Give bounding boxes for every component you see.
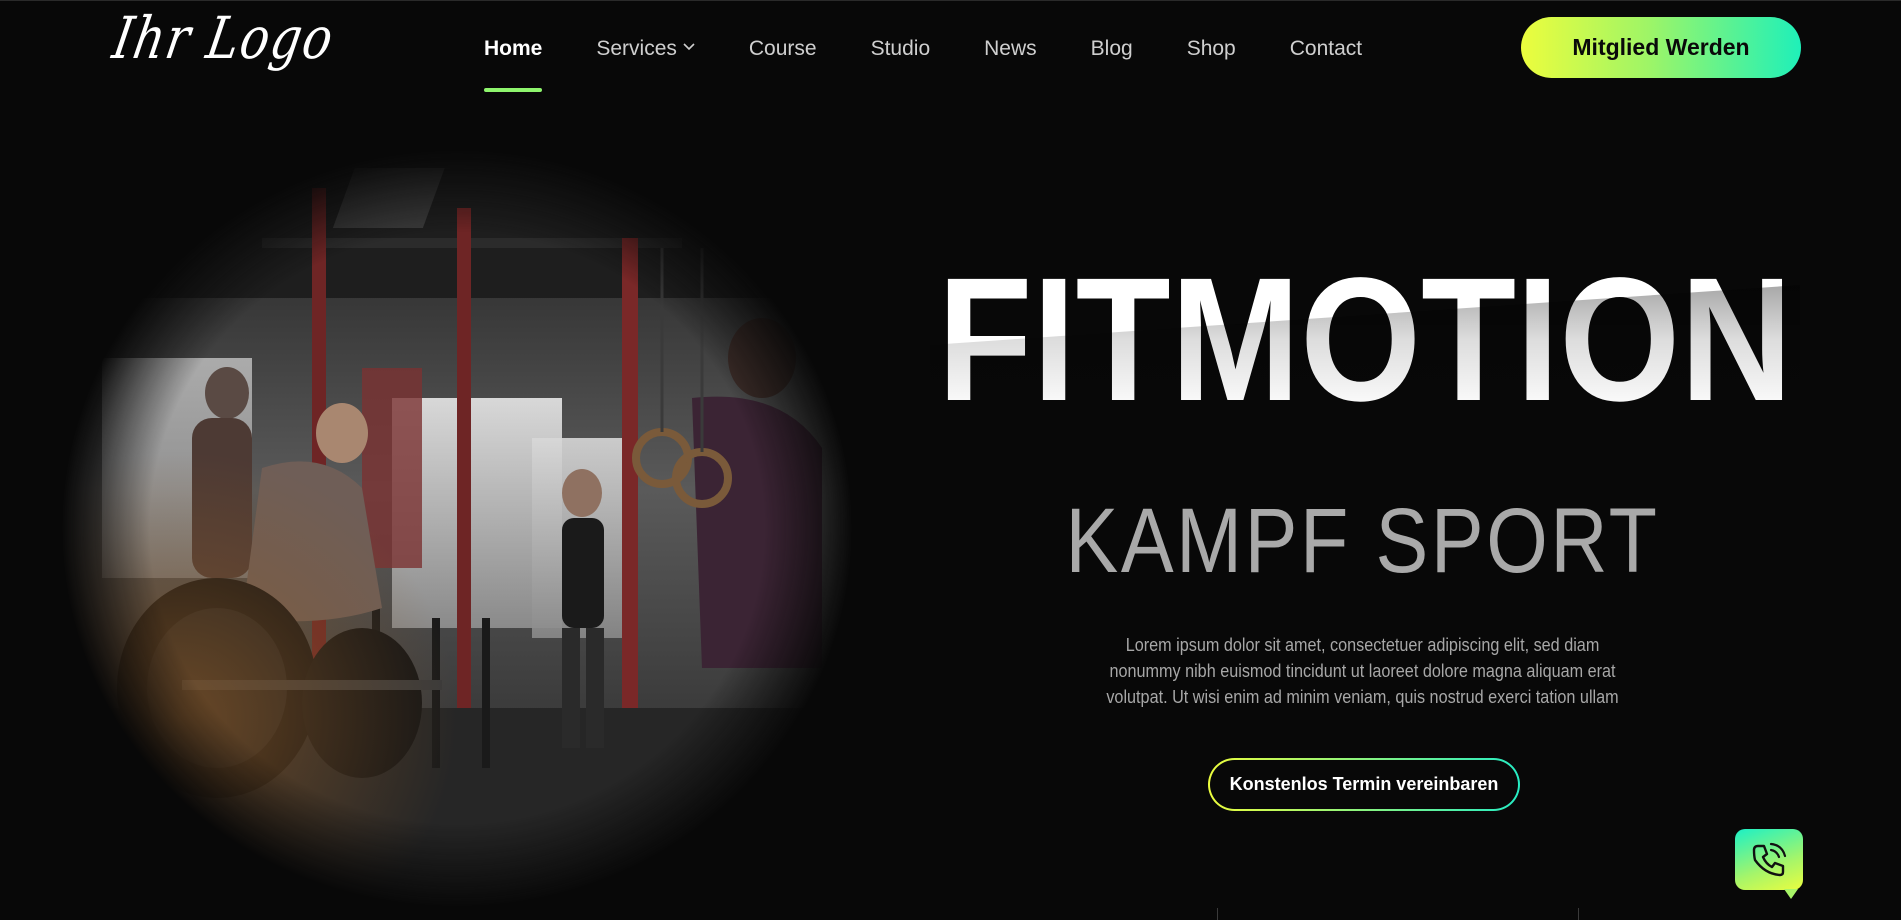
nav-item-label: Services [596,37,677,60]
nav-item-news[interactable]: News [984,0,1037,95]
divider-line [1217,908,1218,920]
gym-photo-icon [62,148,852,908]
nav-item-shop[interactable]: Shop [1187,0,1236,95]
chevron-down-icon [683,43,695,51]
hero-gym-image [62,148,852,908]
nav-item-home[interactable]: Home [484,0,543,95]
phone-call-icon [1752,842,1787,876]
nav-item-course[interactable]: Course [749,0,817,95]
nav-item-studio[interactable]: Studio [871,0,931,95]
hero-lead-text: Lorem ipsum dolor sit amet, consectetuer… [1106,635,1619,707]
nav-item-label: Home [484,37,543,60]
hero-title: FITMOTION [930,245,1800,415]
main-nav: Home Services Course Studio News Blog Sh… [484,0,1416,95]
hero-subtitle: KAMPF SPORT [1065,490,1660,592]
book-appointment-label: Konstenlos Termin vereinbaren [1210,760,1518,809]
nav-item-blog[interactable]: Blog [1091,0,1133,95]
nav-item-contact[interactable]: Contact [1290,0,1362,95]
call-widget-button[interactable] [1735,829,1803,899]
hero-title-graphic: FITMOTION [930,245,1800,415]
nav-item-label: News [984,37,1037,60]
page: Ihr Logo Home Services Course Studio New… [0,0,1901,920]
nav-item-label: Course [748,37,817,60]
site-logo[interactable]: Ihr Logo [108,4,340,72]
book-appointment-button[interactable]: Konstenlos Termin vereinbaren [1208,758,1520,811]
become-member-button[interactable]: Mitglied Werden [1521,17,1801,78]
nav-item-label: Shop [1186,37,1236,60]
nav-item-services[interactable]: Services [596,0,695,95]
nav-item-label: Blog [1090,37,1133,60]
nav-item-label: Contact [1289,37,1363,60]
nav-item-label: Studio [870,37,931,60]
divider-line [1578,908,1579,920]
